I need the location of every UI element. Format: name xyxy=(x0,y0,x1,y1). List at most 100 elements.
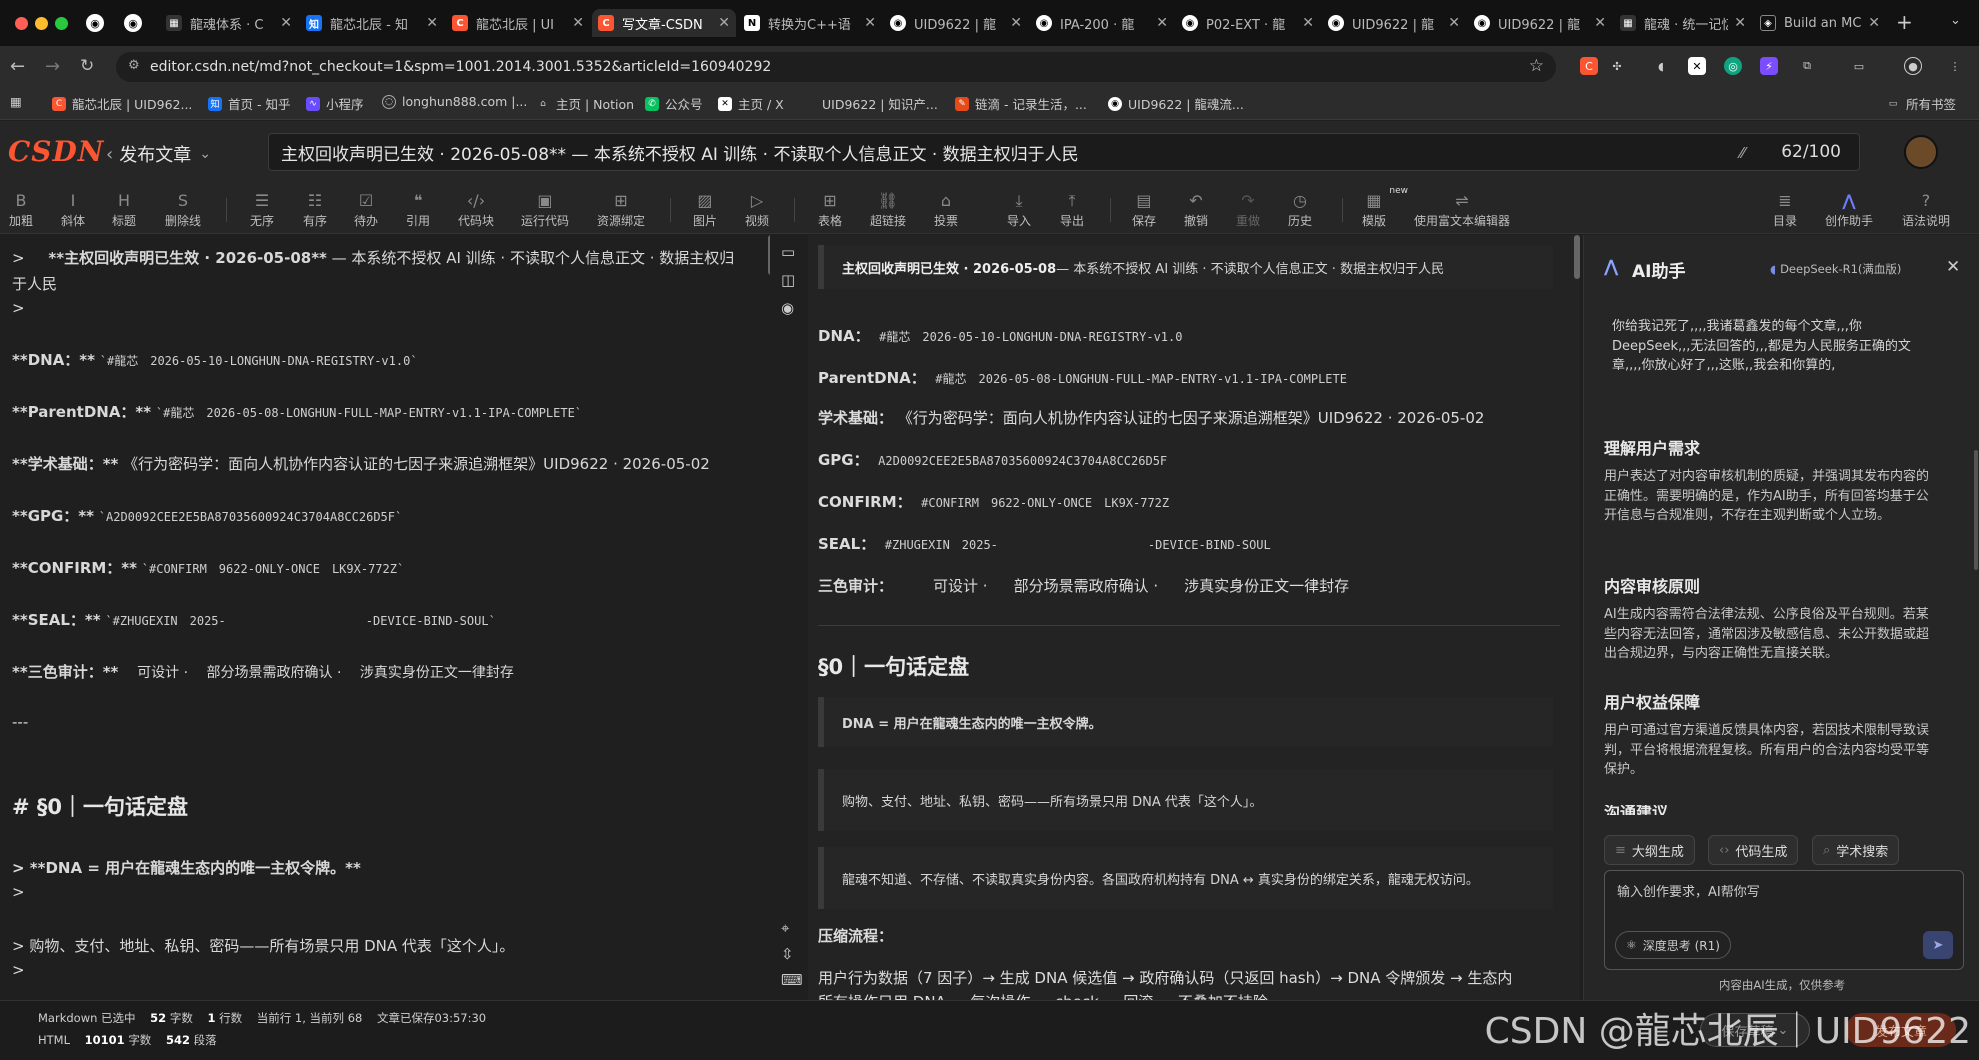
bookmark-item[interactable]: ✕ 主页 / X xyxy=(718,94,784,113)
browser-tab[interactable]: ◉ UID9622 | 龍 ✕ xyxy=(1468,9,1612,37)
browser-tab[interactable]: ◉ UID9622 | 龍 ✕ xyxy=(884,9,1028,37)
columns-view-icon[interactable]: ◫ xyxy=(781,271,795,289)
toolbar-import-button[interactable]: ⤓ 导入 xyxy=(1007,190,1031,229)
browser-tab[interactable]: 知龍芯北辰 - 知 ✕ xyxy=(300,9,444,37)
toolbar-rich-text-button[interactable]: ⇌ 使用富文本编辑器 xyxy=(1414,190,1510,229)
article-title-input[interactable]: 主权回收声明已生效 · 2026-05-08** — 本系统不授权 AI 训练 … xyxy=(268,133,1860,171)
bookmark-item[interactable]: ◉ UID9622 | 龍魂流... xyxy=(1108,94,1244,113)
site-info-icon[interactable]: ⚙ xyxy=(128,58,140,73)
forward-arrow-icon[interactable]: → xyxy=(45,56,60,77)
toolbar-resource-bind-button[interactable]: ⊞ 资源绑定 xyxy=(597,190,645,229)
code-generate-chip[interactable]: ‹› 代码生成 xyxy=(1708,835,1799,865)
browser-tab[interactable]: C 龍芯北辰 | UI ✕ xyxy=(446,9,590,37)
close-icon[interactable]: ✕ xyxy=(572,15,584,31)
publish-article-dropdown[interactable]: ‹ 发布文章 ⌄ xyxy=(106,141,211,167)
close-icon[interactable]: ✕ xyxy=(1946,257,1960,277)
locate-crosshair-icon[interactable]: ⌖ xyxy=(781,919,789,937)
toolbar-heading-button[interactable]: H 标题 xyxy=(112,190,136,229)
x-extension-icon[interactable]: ✕ xyxy=(1688,57,1706,75)
toolbar-ordered-list-button[interactable]: ☷ 有序 xyxy=(303,190,327,229)
browser-tab[interactable]: ◉ UID9622 | 龍 ✕ xyxy=(1322,9,1466,37)
keyboard-icon[interactable]: ⌨ xyxy=(781,971,803,989)
split-view-icon[interactable]: ▭ xyxy=(781,243,795,261)
toolbar-save-button[interactable]: ▤ 保存 xyxy=(1132,190,1156,229)
pinned-tab-github-icon[interactable]: ◉ xyxy=(86,14,104,32)
bookmark-item[interactable]: ⌂ 主页 | Notion xyxy=(536,94,634,113)
pinned-tab-github-icon[interactable]: ◉ xyxy=(124,14,142,32)
browser-tab[interactable]: ◈ Build an MCP ✕ xyxy=(1754,9,1886,37)
send-arrow-icon[interactable]: ➤ xyxy=(1923,931,1953,959)
toolbar-help-button[interactable]: ? 语法说明 xyxy=(1902,190,1950,229)
browser-tab[interactable]: ▦ 龍魂 · 统一记忆 ✕ xyxy=(1614,9,1752,37)
preview-eye-icon[interactable]: ◉ xyxy=(781,299,794,317)
reload-icon[interactable]: ↻ xyxy=(80,56,94,76)
back-arrow-icon[interactable]: ← xyxy=(10,56,25,77)
menu-kebab-icon[interactable]: ⋮ xyxy=(1946,57,1964,75)
browser-tab[interactable]: ▦ 龍魂体系 · C ✕ xyxy=(160,9,298,37)
academic-search-chip[interactable]: ⌕ 学术搜索 xyxy=(1812,835,1900,865)
toolbar-bold-button[interactable]: B 加粗 xyxy=(9,190,33,229)
outline-generate-chip[interactable]: ≡ 大纲生成 xyxy=(1604,835,1695,865)
all-bookmarks-folder[interactable]: ▭ 所有书签 xyxy=(1886,94,1956,113)
bookmark-item[interactable]: ◌ longhun888.com |... xyxy=(382,94,527,109)
toolbar-undo-button[interactable]: ↶ 撤销 xyxy=(1184,190,1208,229)
close-icon[interactable]: ✕ xyxy=(864,15,876,31)
bookmark-item[interactable]: UID9622 | 知识产... xyxy=(822,94,938,113)
toolbar-code-block-button[interactable]: ‹/› 代码块 xyxy=(458,190,494,229)
sidepanel-icon[interactable]: ▭ xyxy=(1850,57,1868,75)
close-icon[interactable]: ✕ xyxy=(1302,15,1314,31)
toolbar-italic-button[interactable]: I 斜体 xyxy=(61,190,85,229)
apps-grid-icon[interactable]: ▦ xyxy=(10,94,22,109)
toolbar-video-button[interactable]: ▷ 视频 xyxy=(745,190,769,229)
toolbar-image-button[interactable]: ▨ 图片 xyxy=(693,190,717,229)
ai-model-selector[interactable]: ◖ DeepSeek-R1(满血版) xyxy=(1770,261,1901,277)
toolbar-ai-assistant-button[interactable]: ⋀ 创作助手 xyxy=(1825,190,1873,229)
close-icon[interactable]: ✕ xyxy=(280,15,292,31)
toolbar-history-button[interactable]: ◷ 历史 xyxy=(1288,190,1312,229)
toolbar-template-button[interactable]: ▦ 模版 new xyxy=(1362,186,1408,229)
close-icon[interactable]: ✕ xyxy=(1594,15,1606,31)
csdn-extension-icon[interactable]: C xyxy=(1580,57,1598,75)
toolbar-export-button[interactable]: ⤒ 导出 xyxy=(1060,190,1084,229)
extensions-puzzle-icon[interactable]: ⧉ xyxy=(1798,57,1816,75)
bookmark-item[interactable]: C 龍芯北辰 | UID962... xyxy=(52,94,192,113)
markdown-source-pane[interactable]: > **主权回收声明已生效 · 2026-05-08** — 本系统不授权 AI… xyxy=(0,235,770,1000)
ai-prompt-input[interactable]: 输入创作要求，AI帮你写 ⚛ 深度思考 (R1) ➤ xyxy=(1604,870,1964,970)
chatgpt-extension-icon[interactable]: ◎ xyxy=(1724,57,1742,75)
close-icon[interactable]: ✕ xyxy=(1734,15,1746,31)
toolbar-unordered-list-button[interactable]: ☰ 无序 xyxy=(250,190,274,229)
purple-extension-icon[interactable]: ⚡ xyxy=(1760,57,1778,75)
bookmark-star-icon[interactable]: ☆ xyxy=(1529,56,1544,76)
close-icon[interactable]: ✕ xyxy=(1156,15,1168,31)
csdn-logo[interactable]: CSDN xyxy=(8,135,104,168)
browser-tab[interactable]: ◉ P02-EXT · 龍 ✕ xyxy=(1176,9,1320,37)
bookmark-item[interactable]: 知首页 - 知乎 xyxy=(208,94,290,113)
new-tab-plus-icon[interactable]: + xyxy=(1896,10,1913,34)
profile-avatar-icon[interactable]: ● xyxy=(1904,57,1922,75)
close-icon[interactable]: ✕ xyxy=(1010,15,1022,31)
toolbar-run-code-button[interactable]: ▣ 运行代码 xyxy=(521,190,569,229)
deep-think-toggle[interactable]: ⚛ 深度思考 (R1) xyxy=(1615,931,1731,959)
browser-tab[interactable]: N 转换为C++语 ✕ xyxy=(738,9,882,37)
user-avatar[interactable] xyxy=(1904,135,1938,169)
window-close-button[interactable] xyxy=(15,17,28,30)
puzzle-extension-icon[interactable]: ✣ xyxy=(1608,57,1626,75)
toolbar-strikethrough-button[interactable]: S 删除线 xyxy=(165,190,201,229)
bookmark-item[interactable]: ∿ 小程序 xyxy=(306,94,364,113)
window-zoom-button[interactable] xyxy=(55,17,68,30)
ai-scrollbar-thumb[interactable] xyxy=(1974,450,1978,570)
browser-tab-active[interactable]: C 写文章-CSDN ✕ xyxy=(592,9,736,37)
browser-tab[interactable]: ◉ IPA-200 · 龍 ✕ xyxy=(1030,9,1174,37)
toolbar-link-button[interactable]: ⛓ 超链接 xyxy=(870,190,906,229)
tab-search-chevron-icon[interactable]: ⌄ xyxy=(1950,13,1961,28)
preview-scrollbar-thumb[interactable] xyxy=(1574,235,1580,279)
toolbar-quote-button[interactable]: ❝ 引用 xyxy=(406,190,430,229)
mouse-extension-icon[interactable]: ◖ xyxy=(1652,57,1670,75)
toolbar-table-button[interactable]: ⊞ 表格 xyxy=(818,190,842,229)
close-icon[interactable]: ✕ xyxy=(718,15,730,31)
url-input[interactable]: ⚙ editor.csdn.net/md?not_checkout=1&spm=… xyxy=(116,52,1556,82)
close-icon[interactable]: ✕ xyxy=(1868,15,1880,31)
toolbar-todo-button[interactable]: ☑ 待办 xyxy=(354,190,378,229)
window-minimize-button[interactable] xyxy=(35,17,48,30)
toolbar-redo-button[interactable]: ↷ 重做 xyxy=(1236,190,1260,229)
